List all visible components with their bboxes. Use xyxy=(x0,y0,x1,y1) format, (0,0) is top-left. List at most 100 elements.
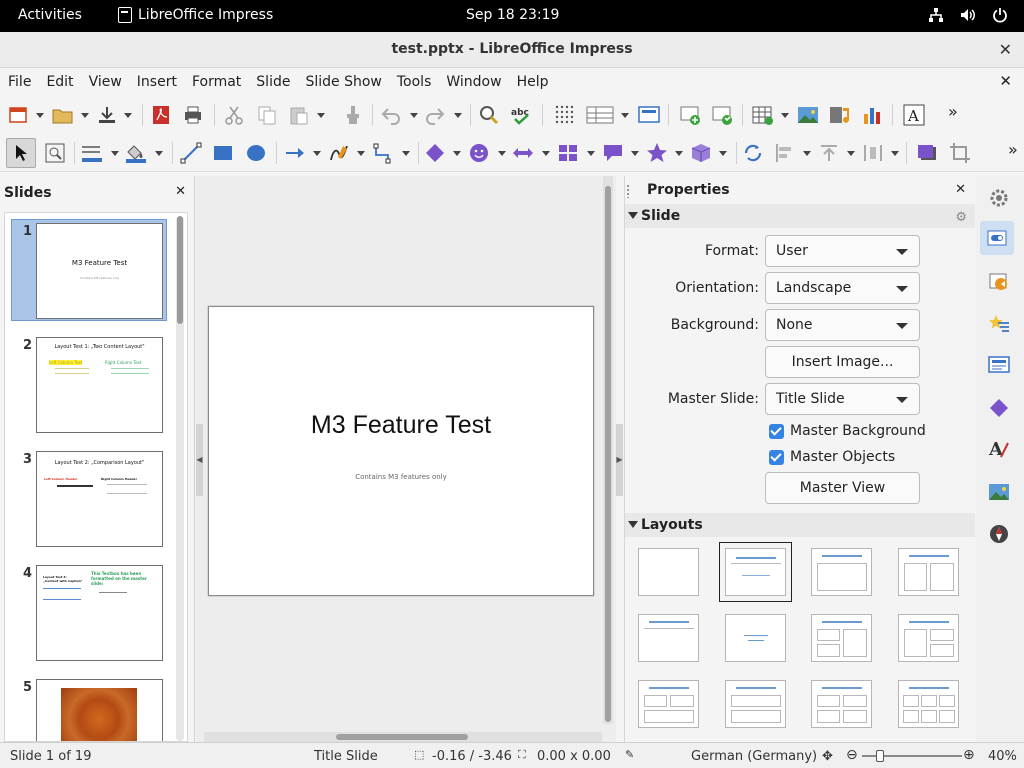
layout-title-6-content[interactable] xyxy=(898,680,959,728)
power-icon[interactable] xyxy=(992,7,1008,23)
layout-title-content-over-content[interactable] xyxy=(725,680,786,728)
orientation-select[interactable]: Landscape xyxy=(765,272,920,304)
lines-arrows-dropdown[interactable] xyxy=(313,151,321,156)
layout-title-2-content-and-content[interactable] xyxy=(811,614,872,662)
slide-thumbnail-1[interactable]: M3 Feature Test Contains M3 features onl… xyxy=(36,223,163,319)
sidebar-animation-tab[interactable] xyxy=(984,308,1010,334)
3d-objects-icon[interactable] xyxy=(690,142,712,164)
scrollbar-thumb[interactable] xyxy=(336,734,468,740)
find-replace-icon[interactable] xyxy=(478,104,500,126)
slide-subtitle[interactable]: Contains M3 features only xyxy=(209,473,593,481)
align-objects-dropdown[interactable] xyxy=(803,151,811,156)
symbol-shapes-dropdown[interactable] xyxy=(498,151,506,156)
paste-icon[interactable] xyxy=(288,104,310,126)
app-menu[interactable]: LibreOffice Impress xyxy=(118,7,273,23)
sidebar-properties-tab[interactable] xyxy=(980,221,1014,255)
sidebar-navigator-tab[interactable] xyxy=(984,519,1010,545)
block-arrows-dropdown[interactable] xyxy=(542,151,550,156)
insert-chart-icon[interactable] xyxy=(862,104,884,126)
menu-view[interactable]: View xyxy=(89,74,122,90)
connectors-icon[interactable] xyxy=(372,142,394,164)
redo-dropdown[interactable] xyxy=(454,113,462,118)
duplicate-slide-icon[interactable] xyxy=(712,104,734,126)
undo-icon[interactable] xyxy=(380,104,402,126)
lines-arrows-icon[interactable] xyxy=(284,142,306,164)
slides-pane-scrollbar[interactable] xyxy=(176,216,184,741)
sidebar-settings-tab[interactable] xyxy=(984,183,1010,209)
activities-button[interactable]: Activities xyxy=(18,7,82,23)
display-grid-icon[interactable] xyxy=(554,104,576,126)
symbol-shapes-icon[interactable] xyxy=(468,142,490,164)
distribute-icon[interactable] xyxy=(862,142,884,164)
menu-help[interactable]: Help xyxy=(517,74,549,90)
rectangle-tool-icon[interactable] xyxy=(212,142,234,164)
clone-formatting-icon[interactable] xyxy=(342,104,364,126)
zoom-slider-knob[interactable] xyxy=(876,750,884,762)
system-tray[interactable] xyxy=(928,7,1008,23)
layout-title-2-content-over-content[interactable] xyxy=(638,680,699,728)
document-close-button[interactable]: ✕ xyxy=(999,72,1012,90)
save-icon[interactable] xyxy=(96,104,118,126)
crop-icon[interactable] xyxy=(949,142,971,164)
zoom-out-icon[interactable]: ⊖ xyxy=(846,747,858,763)
cut-icon[interactable] xyxy=(223,104,245,126)
rotate-icon[interactable] xyxy=(742,142,764,164)
display-views-dropdown[interactable] xyxy=(621,113,629,118)
new-slide-icon[interactable] xyxy=(680,104,702,126)
slide-count-status[interactable]: Slide 1 of 19 xyxy=(10,749,91,764)
language-status[interactable]: German (Germany) xyxy=(691,749,817,764)
sidebar-gallery-tab[interactable] xyxy=(984,477,1010,503)
document-modified-icon[interactable]: ✎ xyxy=(625,748,634,761)
flowchart-dropdown[interactable] xyxy=(587,151,595,156)
fill-color-icon[interactable] xyxy=(124,142,146,164)
3d-objects-dropdown[interactable] xyxy=(719,151,727,156)
curves-icon[interactable] xyxy=(328,142,350,164)
clock[interactable]: Sep 18 23:19 xyxy=(466,7,559,23)
paste-dropdown[interactable] xyxy=(317,113,325,118)
layout-blank[interactable] xyxy=(638,548,699,596)
flowchart-icon[interactable] xyxy=(557,142,579,164)
sidebar-master-slides-tab[interactable] xyxy=(984,350,1010,376)
format-select[interactable]: User xyxy=(765,235,920,267)
fill-color-dropdown[interactable] xyxy=(155,151,163,156)
menu-slide-show[interactable]: Slide Show xyxy=(305,74,381,90)
layout-title-slide[interactable] xyxy=(719,542,792,602)
slide-thumbnail-4[interactable]: Layout Test 3: „Content with Caption" Th… xyxy=(36,565,163,661)
horizontal-scrollbar[interactable] xyxy=(204,732,602,742)
collapse-slides-pane-handle[interactable]: ◀ xyxy=(196,424,203,496)
master-slide-icon[interactable] xyxy=(638,104,660,126)
scrollbar-thumb[interactable] xyxy=(605,186,611,722)
connectors-dropdown[interactable] xyxy=(402,151,410,156)
slide-thumbnail-list[interactable]: 1 M3 Feature Test Contains M3 features o… xyxy=(4,212,188,742)
layout-title-4-content[interactable] xyxy=(811,680,872,728)
undo-dropdown[interactable] xyxy=(410,113,418,118)
open-dropdown[interactable] xyxy=(81,113,89,118)
collapse-sidebar-handle[interactable]: ▶ xyxy=(616,424,623,496)
arrange-icon[interactable] xyxy=(818,142,840,164)
master-objects-checkbox[interactable]: Master Objects xyxy=(769,449,895,465)
slide-thumbnail-5[interactable] xyxy=(36,679,163,741)
layout-title-content[interactable] xyxy=(811,548,872,596)
line-tool-icon[interactable] xyxy=(180,142,202,164)
vertical-scrollbar[interactable] xyxy=(603,176,613,724)
master-view-button[interactable]: Master View xyxy=(765,472,920,504)
toolbar-overflow-icon[interactable]: » xyxy=(948,102,970,124)
export-pdf-icon[interactable] xyxy=(150,104,172,126)
insert-text-box-icon[interactable]: A xyxy=(903,104,925,126)
window-close-button[interactable]: ✕ xyxy=(999,40,1012,59)
menu-window[interactable]: Window xyxy=(446,74,501,90)
insert-table-dropdown[interactable] xyxy=(781,113,789,118)
stars-icon[interactable] xyxy=(646,142,668,164)
sidebar-styles-tab[interactable]: A xyxy=(984,434,1010,460)
new-document-icon[interactable] xyxy=(8,104,30,126)
ellipse-tool-icon[interactable] xyxy=(245,142,267,164)
print-icon[interactable] xyxy=(182,104,204,126)
menu-slide[interactable]: Slide xyxy=(256,74,290,90)
sidebar-shapes-tab[interactable] xyxy=(984,393,1010,419)
zoom-level[interactable]: 40% xyxy=(988,749,1017,764)
callout-shapes-icon[interactable] xyxy=(602,142,624,164)
save-dropdown[interactable] xyxy=(124,113,132,118)
slide-thumbnail-3[interactable]: Layout Test 2: „Comparison Layout" Left … xyxy=(36,451,163,547)
drawing-toolbar-overflow-icon[interactable]: » xyxy=(1008,140,1024,162)
master-slide-status[interactable]: Title Slide xyxy=(314,749,378,764)
